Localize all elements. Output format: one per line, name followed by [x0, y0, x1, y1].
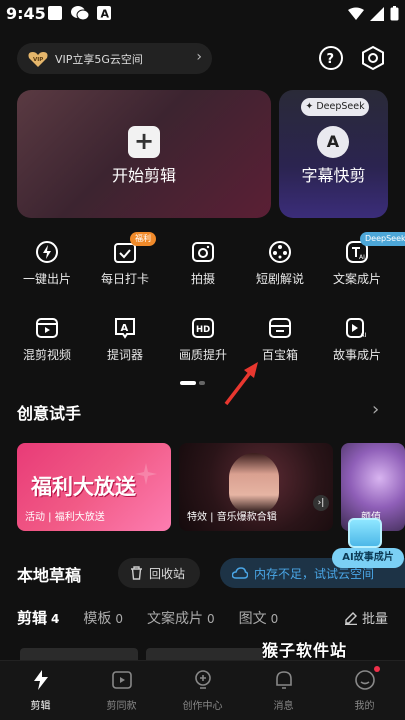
- tab-template[interactable]: 模板 0: [83, 608, 123, 628]
- subtitle-quick-cut-label: 字幕快剪: [301, 166, 366, 185]
- status-time: 9:45: [6, 4, 46, 23]
- draft-tabs: 剪辑 4 模板 0 文案成片 0 图文 0: [17, 607, 278, 628]
- hd-icon: HD: [192, 318, 214, 338]
- draft-thumbnail[interactable]: [146, 648, 264, 660]
- tool-label: 提词器: [106, 348, 143, 362]
- status-bar: 9:45 A: [0, 0, 405, 30]
- tool-shoot[interactable]: 拍摄: [168, 240, 238, 310]
- batch-label: 批量: [361, 612, 388, 627]
- subtitle-quick-cut-card[interactable]: ✦ DeepSeek A 字幕快剪: [279, 90, 388, 218]
- svg-text:AI: AI: [359, 254, 365, 261]
- page-indicator-inactive: [199, 381, 205, 385]
- watermark-text: 猴子软件站: [262, 641, 348, 660]
- notification-dot: [374, 666, 380, 672]
- nav-messages[interactable]: 消息: [243, 669, 324, 712]
- tool-label: 混剪视频: [22, 348, 71, 362]
- tab-image-text[interactable]: 图文 0: [239, 608, 279, 628]
- sparkle-icon: [135, 463, 157, 485]
- batch-button[interactable]: 批量: [344, 608, 388, 627]
- profile-icon: [354, 670, 375, 690]
- status-right-icons: [348, 6, 399, 21]
- tool-daily-checkin[interactable]: 福利 每日打卡: [90, 232, 160, 310]
- welfare-badge: 福利: [130, 232, 156, 246]
- svg-text:HD: HD: [196, 325, 210, 335]
- tool-label: 短剧解说: [255, 272, 304, 286]
- nav-profile[interactable]: 我的: [324, 669, 405, 712]
- battery-icon: [390, 6, 399, 21]
- draft-thumbnail[interactable]: [20, 648, 138, 660]
- subtitle-a-icon: A: [317, 126, 349, 158]
- vip-heart-icon: VIP: [28, 51, 48, 67]
- bell-icon: [275, 671, 292, 689]
- cloud-icon: [232, 567, 248, 579]
- creative-card-effects[interactable]: 特效 | 音乐爆款合辑 ›|: [179, 443, 333, 531]
- tab-edit[interactable]: 剪辑 4: [17, 607, 59, 628]
- tool-label: 文案成片: [332, 272, 381, 286]
- camera-icon: [192, 242, 214, 262]
- story-ai-icon: AI: [346, 318, 366, 339]
- svg-text:AI: AI: [360, 331, 366, 339]
- toolbox-icon: [269, 318, 291, 338]
- deepseek-badge: ✦ DeepSeek: [301, 98, 369, 116]
- creative-section-title: 创意试手: [17, 404, 82, 423]
- welfare-card-caption: 活动 | 福利大放送: [25, 512, 105, 523]
- signal-icon: [370, 6, 384, 21]
- tab-copy-video[interactable]: 文案成片 0: [147, 608, 215, 628]
- settings-icon[interactable]: [360, 45, 386, 71]
- clip-icon: [36, 318, 58, 338]
- svg-text:A: A: [121, 323, 129, 334]
- tool-story-video[interactable]: AI 故事成片: [322, 316, 392, 386]
- next-arrow-icon[interactable]: ›|: [313, 495, 329, 511]
- vip-banner[interactable]: VIP VIP立享5G云空间 ›: [17, 43, 212, 74]
- help-icon[interactable]: ?: [318, 45, 344, 71]
- vip-text: VIP立享5G云空间: [55, 52, 143, 66]
- tool-teleprompter[interactable]: A 提词器: [90, 316, 160, 386]
- lightbulb-icon: [194, 670, 211, 689]
- ai-story-float-button[interactable]: AI故事成片: [332, 518, 404, 572]
- svg-text:A: A: [101, 8, 110, 21]
- chevron-right-icon: ›: [196, 49, 202, 65]
- tool-short-drama[interactable]: 短剧解说: [245, 240, 315, 310]
- tool-label: 故事成片: [332, 348, 381, 362]
- nav-edit[interactable]: 剪辑: [0, 669, 81, 712]
- trash-icon: [131, 566, 142, 580]
- app-a-icon: A: [97, 6, 111, 20]
- wechat-icon: [71, 6, 90, 21]
- plus-icon: +: [128, 126, 160, 158]
- ai-box-icon: [348, 518, 382, 548]
- tool-label: 一键出片: [22, 272, 71, 286]
- tool-mix-video[interactable]: 混剪视频: [12, 316, 82, 386]
- drafts-title: 本地草稿: [17, 566, 82, 585]
- tool-label: 拍摄: [190, 272, 215, 286]
- film-reel-icon: [269, 241, 291, 263]
- prompter-icon: A: [115, 318, 135, 339]
- tool-one-click[interactable]: 一键出片: [12, 240, 82, 310]
- nav-creation-center[interactable]: 创作中心: [162, 669, 243, 712]
- bottom-nav: 剪辑 剪同款 创作中心 消息 我的: [0, 660, 405, 720]
- pointer-arrow-icon: [224, 362, 258, 406]
- lightning-icon: [36, 241, 58, 263]
- video-template-icon: [111, 671, 132, 689]
- portrait-image: [229, 453, 279, 513]
- vip-badge-text: VIP: [33, 57, 43, 63]
- wifi-icon: [348, 7, 364, 20]
- notification-square-icon: [48, 6, 62, 20]
- start-editing-card[interactable]: + 开始剪辑: [17, 90, 271, 218]
- tool-copy-to-video[interactable]: AI DeepSeek 文案成片: [322, 232, 405, 310]
- welfare-card-title: 福利大放送: [31, 475, 136, 499]
- scissors-lightning-icon: [33, 670, 48, 690]
- deepseek-tool-badge: DeepSeek: [360, 232, 405, 246]
- ai-story-float-label: AI故事成片: [332, 548, 404, 568]
- chevron-right-icon[interactable]: ›: [372, 399, 379, 420]
- tool-label: 每日打卡: [100, 272, 149, 286]
- effects-card-caption: 特效 | 音乐爆款合辑: [187, 512, 277, 523]
- recycle-bin-button[interactable]: 回收站: [118, 558, 200, 588]
- recycle-bin-label: 回收站: [149, 566, 186, 581]
- nav-same-style[interactable]: 剪同款: [81, 669, 162, 712]
- creative-card-welfare[interactable]: 福利大放送 活动 | 福利大放送: [17, 443, 171, 531]
- start-editing-label: 开始剪辑: [111, 166, 176, 185]
- page-indicator-active: [180, 381, 196, 385]
- svg-text:?: ?: [327, 52, 335, 67]
- edit-pencil-icon: [344, 611, 357, 625]
